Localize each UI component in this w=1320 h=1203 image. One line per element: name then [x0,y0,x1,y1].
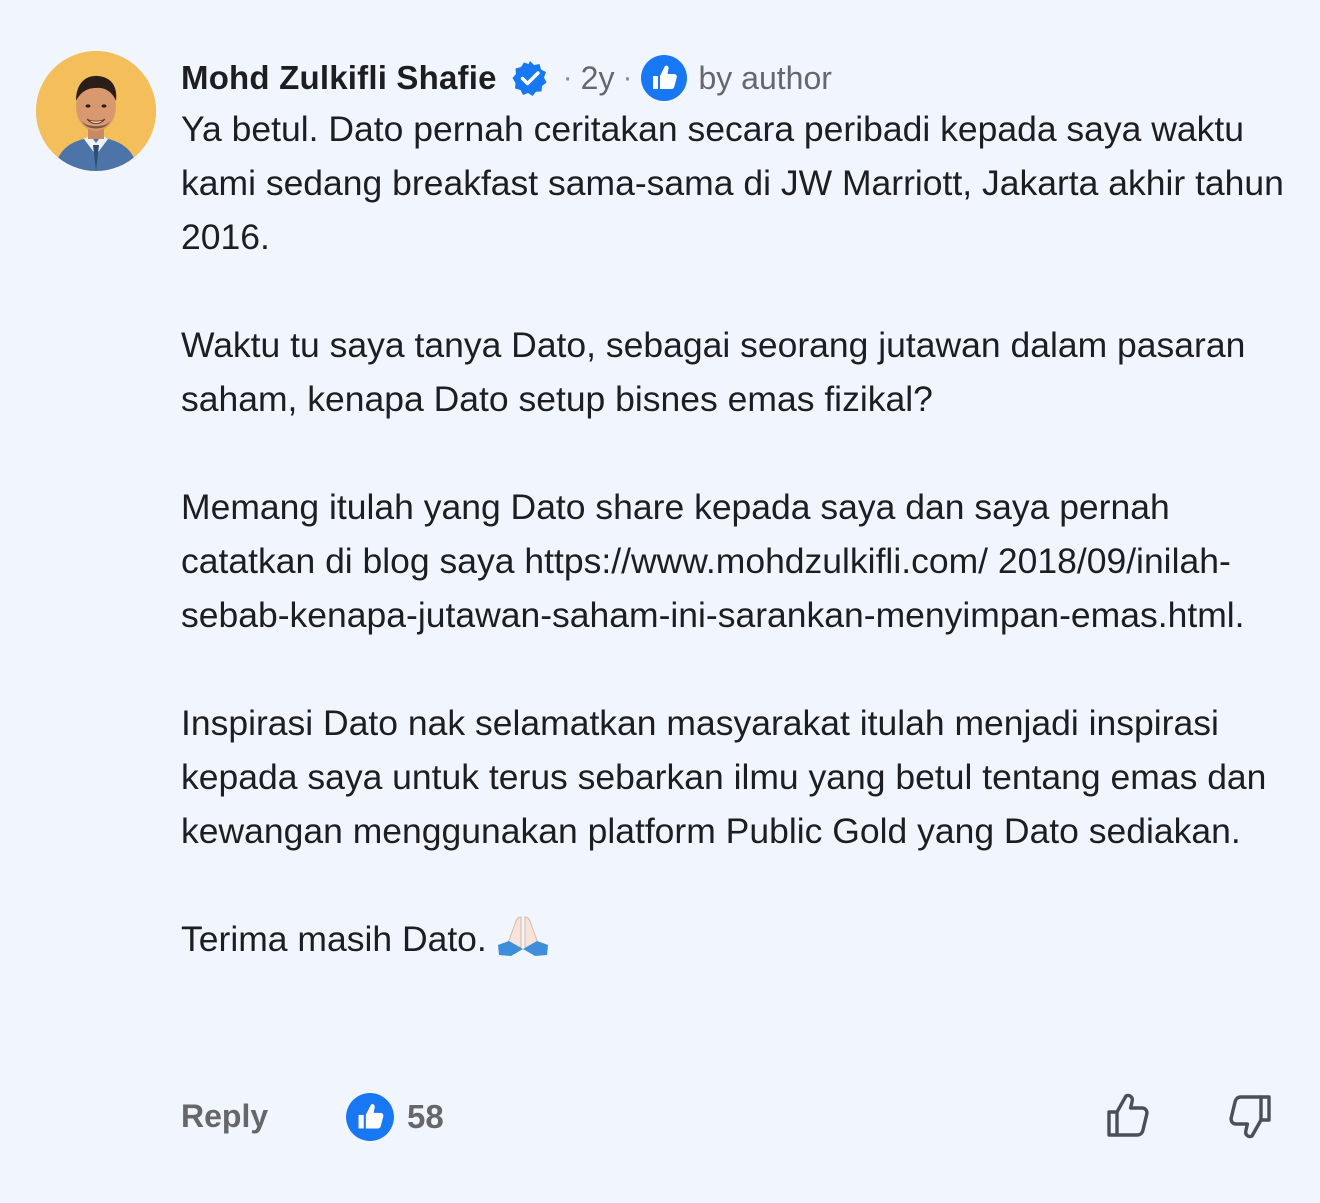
reaction-summary[interactable]: 58 [345,1092,444,1142]
author-name[interactable]: Mohd Zulkifli Shafie [181,59,497,97]
comment-text: Ya betul. Dato pernah ceritakan secara p… [181,102,1291,966]
comment-paragraph: Inspirasi Dato nak selamatkan masyarakat… [181,703,1267,851]
reply-button[interactable]: Reply [181,1098,268,1135]
comment-header: Mohd Zulkifli Shafie · 2y · by author [181,50,1291,106]
reaction-count: 58 [407,1098,444,1135]
thumbs-up-badge-icon [640,54,688,102]
avatar-image [36,51,156,171]
liked-by-author-label: by author [698,59,832,96]
comment-body: Mohd Zulkifli Shafie · 2y · by author Ya [181,50,1291,966]
thumbs-up-badge-icon [345,1092,395,1142]
avatar[interactable] [36,51,156,171]
comment-timestamp[interactable]: 2y [581,60,615,97]
comment: Mohd Zulkifli Shafie · 2y · by author Ya [0,0,1320,1203]
meta-separator: · [562,61,573,94]
comment-paragraph: Waktu tu saya tanya Dato, sebagai seoran… [181,325,1246,419]
comment-paragraph: Ya betul. Dato pernah ceritakan secara p… [181,109,1284,257]
comment-actions: Reply 58 [181,1088,1291,1144]
meta-separator: · [622,61,633,94]
verified-badge-icon [511,59,549,97]
thumbs-up-outline-icon[interactable] [1101,1088,1157,1144]
thumbs-down-outline-icon[interactable] [1221,1088,1277,1144]
folded-hands-emoji-icon [495,913,551,957]
comment-paragraph-last: Terima masih Dato. [181,912,1291,966]
comment-paragraph-text: Terima masih Dato. [181,919,487,959]
comment-paragraph: Memang itulah yang Dato share kepada say… [181,487,1245,635]
